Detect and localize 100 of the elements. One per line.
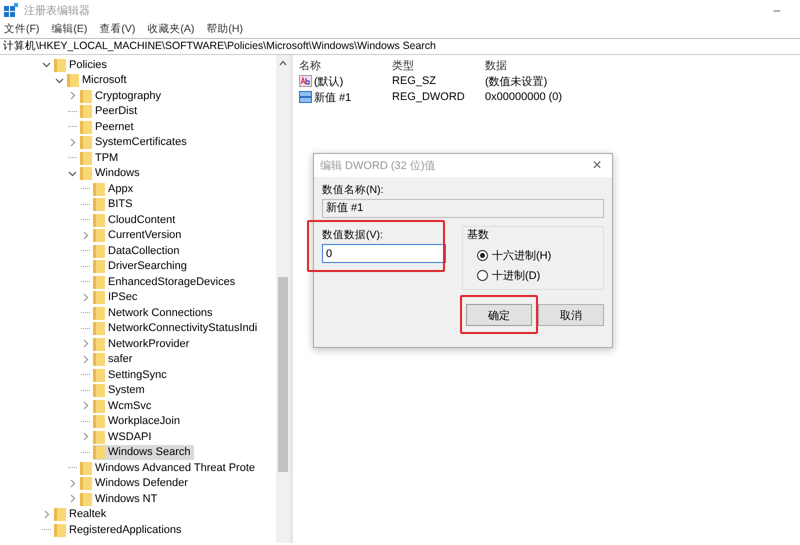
- chevron-right-icon[interactable]: [81, 401, 90, 410]
- folder-icon: [54, 58, 66, 72]
- dialog-title: 编辑 DWORD (32 位)值: [320, 159, 436, 173]
- folder-icon: [80, 135, 92, 150]
- chevron-right-icon[interactable]: [81, 230, 90, 240]
- tree-item[interactable]: WorkplaceJoin: [93, 414, 183, 429]
- tree-item[interactable]: Microsoft: [67, 72, 130, 88]
- tree-item[interactable]: Policies: [54, 57, 110, 72]
- chevron-right-icon[interactable]: [81, 354, 90, 364]
- menu-item[interactable]: 编辑(E): [51, 22, 88, 36]
- dialog-button[interactable]: 取消: [538, 304, 604, 326]
- tree-item[interactable]: WSDAPI: [93, 429, 154, 444]
- chevron-down-icon[interactable]: [42, 60, 51, 70]
- folder-icon: [93, 321, 105, 336]
- folder-icon: [80, 104, 92, 118]
- tree-item[interactable]: Network Connections: [93, 305, 216, 320]
- folder-icon: [93, 368, 105, 382]
- chevron-right-icon[interactable]: [42, 510, 51, 519]
- tree-item[interactable]: System: [93, 382, 148, 398]
- chevron-down-icon[interactable]: [55, 76, 64, 85]
- chevron-right-icon[interactable]: [68, 478, 77, 488]
- folder-icon: [93, 197, 105, 212]
- close-button[interactable]: ×: [582, 156, 612, 176]
- column-header[interactable]: 类型: [392, 58, 485, 72]
- folder-icon: [80, 166, 92, 180]
- folder-icon: [80, 476, 92, 490]
- chevron-right-icon[interactable]: [81, 292, 90, 302]
- folder-icon: [93, 414, 105, 428]
- tree-item[interactable]: Windows Defender: [80, 476, 191, 491]
- folder-icon: [93, 259, 105, 274]
- tree-item[interactable]: SystemCertificates: [80, 134, 190, 150]
- tree-item[interactable]: DriverSearching: [93, 258, 190, 274]
- chevron-right-icon[interactable]: [68, 138, 77, 147]
- value-data: (数值未设置): [485, 74, 548, 88]
- tree-item[interactable]: NetworkProvider: [93, 336, 192, 352]
- field-label: 数值名称(N):: [322, 183, 384, 198]
- chevron-right-icon[interactable]: [68, 91, 77, 100]
- folder-icon: [93, 244, 105, 258]
- tree-item[interactable]: safer: [93, 352, 136, 367]
- value-type: REG_SZ: [392, 75, 438, 87]
- tree-item[interactable]: DataCollection: [93, 243, 183, 258]
- field-label: 数值数据(V):: [322, 228, 384, 243]
- folder-icon: [93, 445, 105, 460]
- dialog-button[interactable]: 确定: [466, 304, 532, 326]
- tree-item[interactable]: CurrentVersion: [93, 228, 184, 243]
- menu-item[interactable]: 文件(F): [4, 22, 40, 36]
- scrollbar[interactable]: [276, 55, 290, 543]
- value-name[interactable]: 新值 #1: [314, 90, 352, 104]
- radio-option[interactable]: 十进制(D): [471, 265, 595, 285]
- tree-item[interactable]: Windows NT: [80, 491, 160, 506]
- binary-value-icon: [299, 91, 312, 103]
- chevron-right-icon[interactable]: [81, 339, 90, 348]
- scroll-up-icon[interactable]: [279, 60, 287, 66]
- window-title: 注册表编辑器: [24, 4, 90, 18]
- folder-icon: [93, 306, 105, 320]
- column-header[interactable]: 数据: [485, 58, 578, 72]
- tree-item[interactable]: Windows Search: [93, 444, 194, 460]
- tree-item[interactable]: Realtek: [54, 506, 110, 522]
- tree-item[interactable]: IPSec: [93, 290, 140, 305]
- folder-icon: [93, 212, 105, 227]
- tree-item[interactable]: TPM: [80, 150, 122, 166]
- menu-item[interactable]: 收藏夹(A): [147, 22, 194, 36]
- address-bar[interactable]: 计算机\HKEY_LOCAL_MACHINE\SOFTWARE\Policies\Microsoft\Windows\Windows Search: [0, 38, 800, 55]
- tree-item[interactable]: Windows Advanced Threat Prote: [80, 460, 258, 476]
- tree-item[interactable]: Peernet: [80, 119, 137, 134]
- tree-item[interactable]: Appx: [93, 181, 136, 196]
- radio-button[interactable]: [477, 270, 488, 280]
- value-data: 0x00000000 (0): [485, 91, 564, 103]
- minimize-button[interactable]: –: [754, 0, 800, 20]
- folder-icon: [93, 336, 105, 351]
- tree-item[interactable]: NetworkConnectivityStatusIndi: [93, 320, 260, 336]
- menu-item[interactable]: 帮助(H): [206, 22, 243, 36]
- folder-icon: [67, 73, 79, 88]
- folder-icon: [93, 352, 105, 366]
- menu-item[interactable]: 查看(V): [99, 22, 136, 36]
- scroll-thumb[interactable]: [278, 277, 288, 472]
- ab-icon: [299, 75, 312, 87]
- tree-item[interactable]: RegisteredApplications: [54, 522, 185, 538]
- tree-item[interactable]: CloudContent: [93, 212, 178, 228]
- tree-item[interactable]: WcmSvc: [93, 398, 154, 414]
- tree-item[interactable]: Cryptography: [80, 88, 164, 104]
- tree-item[interactable]: EnhancedStorageDevices: [93, 274, 238, 290]
- value-data-field[interactable]: 0: [322, 244, 446, 263]
- tree-item[interactable]: PeerDist: [80, 104, 140, 119]
- radio-button[interactable]: [477, 250, 488, 260]
- tree-item[interactable]: BITS: [93, 196, 136, 212]
- folder-icon: [93, 430, 105, 444]
- chevron-right-icon[interactable]: [81, 432, 90, 442]
- folder-icon: [80, 492, 92, 506]
- tree-item[interactable]: SettingSync: [93, 367, 170, 382]
- folder-icon: [93, 290, 105, 304]
- value-name[interactable]: (默认): [314, 74, 344, 88]
- tree-item[interactable]: Windows: [80, 166, 143, 181]
- folder-icon: [80, 460, 92, 475]
- value-type: REG_DWORD: [392, 91, 466, 103]
- column-header[interactable]: 名称: [299, 58, 392, 72]
- radio-option[interactable]: 十六进制(H): [471, 245, 595, 265]
- value-name-field[interactable]: 新值 #1: [322, 199, 604, 218]
- chevron-right-icon[interactable]: [68, 494, 77, 504]
- chevron-down-icon[interactable]: [68, 168, 77, 178]
